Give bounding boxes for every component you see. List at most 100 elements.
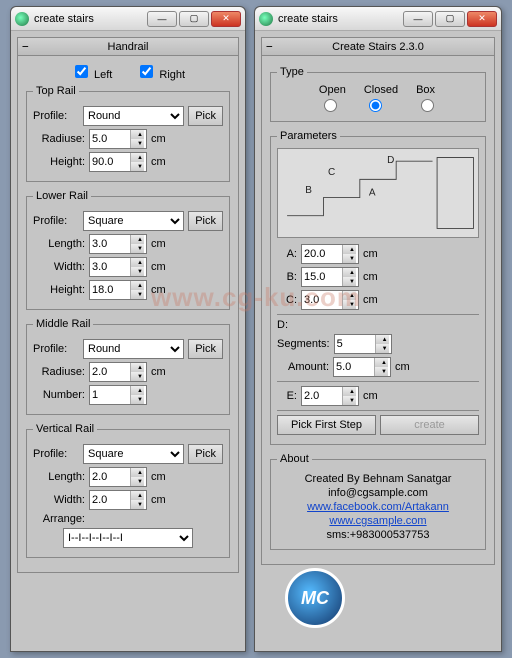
maximize-button[interactable]: ▢ bbox=[435, 11, 465, 27]
spin-down-icon[interactable]: ▼ bbox=[343, 254, 356, 263]
maximize-button[interactable]: ▢ bbox=[179, 11, 209, 27]
unit-cm: cm bbox=[151, 471, 171, 483]
unit-cm: cm bbox=[151, 133, 171, 145]
spin-down-icon[interactable]: ▼ bbox=[131, 244, 144, 253]
about-link-site[interactable]: www.cgsample.com bbox=[329, 515, 426, 527]
legend-middle-rail: Middle Rail bbox=[33, 318, 93, 330]
rollout-create-stairs: − Create Stairs 2.3.0 Type Open Closed B… bbox=[261, 37, 495, 565]
spinner-top-height[interactable]: ▲▼ bbox=[89, 152, 147, 172]
spin-down-icon[interactable]: ▼ bbox=[131, 395, 144, 404]
spin-down-icon[interactable]: ▼ bbox=[131, 267, 144, 276]
spin-down-icon[interactable]: ▼ bbox=[375, 367, 388, 376]
spin-down-icon[interactable]: ▼ bbox=[131, 290, 144, 299]
spin-up-icon[interactable]: ▲ bbox=[343, 268, 356, 277]
spinner-lower-height[interactable]: ▲▼ bbox=[89, 280, 147, 300]
spinner-segments[interactable]: ▲▼ bbox=[334, 334, 392, 354]
spin-up-icon[interactable]: ▲ bbox=[376, 335, 389, 344]
app-icon bbox=[15, 12, 29, 26]
spin-down-icon[interactable]: ▼ bbox=[131, 500, 144, 509]
spin-up-icon[interactable]: ▲ bbox=[343, 387, 356, 396]
spinner-lower-width[interactable]: ▲▼ bbox=[89, 257, 147, 277]
spinner-lower-length[interactable]: ▲▼ bbox=[89, 234, 147, 254]
collapse-icon[interactable]: − bbox=[22, 40, 29, 53]
rollout-title: Create Stairs 2.3.0 bbox=[332, 41, 424, 53]
about-link-fb[interactable]: www.facebook.com/Artakann bbox=[307, 501, 449, 513]
app-icon bbox=[259, 12, 273, 26]
spinner-e[interactable]: ▲▼ bbox=[301, 386, 359, 406]
label-c: C: bbox=[277, 294, 297, 306]
spin-down-icon[interactable]: ▼ bbox=[131, 372, 144, 381]
legend-about: About bbox=[277, 453, 312, 465]
label-profile: Profile: bbox=[33, 343, 79, 355]
select-lower-profile[interactable]: Square bbox=[83, 211, 184, 231]
checkbox-right-input[interactable] bbox=[140, 65, 153, 78]
pick-button-middle[interactable]: Pick bbox=[188, 339, 223, 359]
minimize-button[interactable]: — bbox=[147, 11, 177, 27]
spinner-middle-radiuse[interactable]: ▲▼ bbox=[89, 362, 147, 382]
checkbox-right[interactable]: Right bbox=[136, 62, 185, 81]
minimize-button[interactable]: — bbox=[403, 11, 433, 27]
spin-up-icon[interactable]: ▲ bbox=[131, 363, 144, 372]
titlebar-left[interactable]: create stairs — ▢ ✕ bbox=[11, 7, 245, 31]
spin-up-icon[interactable]: ▲ bbox=[343, 291, 356, 300]
select-top-profile[interactable]: Round bbox=[83, 106, 184, 126]
create-button[interactable]: create bbox=[380, 415, 479, 435]
spin-up-icon[interactable]: ▲ bbox=[131, 235, 144, 244]
group-parameters: Parameters A B C D bbox=[270, 130, 486, 445]
spin-up-icon[interactable]: ▲ bbox=[131, 386, 144, 395]
label-b: B: bbox=[277, 271, 297, 283]
checkbox-left-input[interactable] bbox=[75, 65, 88, 78]
radio-open[interactable]: Open bbox=[319, 84, 346, 115]
spin-down-icon[interactable]: ▼ bbox=[131, 139, 144, 148]
pick-button-vertical[interactable]: Pick bbox=[188, 444, 223, 464]
spin-up-icon[interactable]: ▲ bbox=[131, 258, 144, 267]
spinner-vertical-length[interactable]: ▲▼ bbox=[89, 467, 147, 487]
radio-box-input[interactable] bbox=[421, 99, 434, 112]
window-title-left: create stairs bbox=[34, 13, 145, 25]
spin-up-icon[interactable]: ▲ bbox=[375, 358, 388, 367]
titlebar-right[interactable]: create stairs — ▢ ✕ bbox=[255, 7, 501, 31]
unit-cm: cm bbox=[151, 156, 171, 168]
spin-down-icon[interactable]: ▼ bbox=[343, 300, 356, 309]
radio-open-input[interactable] bbox=[324, 99, 337, 112]
spin-down-icon[interactable]: ▼ bbox=[131, 162, 144, 171]
select-middle-profile[interactable]: Round bbox=[83, 339, 184, 359]
spin-up-icon[interactable]: ▲ bbox=[131, 491, 144, 500]
pick-first-step-button[interactable]: Pick First Step bbox=[277, 415, 376, 435]
spinner-middle-number[interactable]: ▲▼ bbox=[89, 385, 147, 405]
close-button[interactable]: ✕ bbox=[467, 11, 497, 27]
spinner-b[interactable]: ▲▼ bbox=[301, 267, 359, 287]
select-vertical-profile[interactable]: Square bbox=[83, 444, 184, 464]
checkbox-left[interactable]: Left bbox=[71, 62, 112, 81]
unit-cm: cm bbox=[151, 238, 171, 250]
spin-up-icon[interactable]: ▲ bbox=[131, 130, 144, 139]
close-button[interactable]: ✕ bbox=[211, 11, 241, 27]
collapse-icon[interactable]: − bbox=[266, 40, 273, 53]
radio-box[interactable]: Box bbox=[416, 84, 437, 115]
spin-up-icon[interactable]: ▲ bbox=[343, 245, 356, 254]
pick-button-top[interactable]: Pick bbox=[188, 106, 223, 126]
spin-down-icon[interactable]: ▼ bbox=[343, 277, 356, 286]
unit-cm: cm bbox=[363, 248, 383, 260]
spin-down-icon[interactable]: ▼ bbox=[131, 477, 144, 486]
spin-up-icon[interactable]: ▲ bbox=[131, 468, 144, 477]
unit-cm: cm bbox=[151, 261, 171, 273]
radio-closed[interactable]: Closed bbox=[364, 84, 398, 115]
pick-button-lower[interactable]: Pick bbox=[188, 211, 223, 231]
spin-down-icon[interactable]: ▼ bbox=[343, 396, 356, 405]
spinner-amount[interactable]: ▲▼ bbox=[333, 357, 391, 377]
label-profile: Profile: bbox=[33, 448, 79, 460]
spinner-top-radiuse[interactable]: ▲▼ bbox=[89, 129, 147, 149]
spinner-vertical-width[interactable]: ▲▼ bbox=[89, 490, 147, 510]
select-arrange[interactable]: I--I--I--I--I--I bbox=[63, 528, 193, 548]
spinner-c[interactable]: ▲▼ bbox=[301, 290, 359, 310]
logo-icon: MC bbox=[285, 568, 345, 628]
radio-closed-input[interactable] bbox=[369, 99, 382, 112]
rollout-header-handrail[interactable]: − Handrail bbox=[18, 38, 238, 56]
group-middle-rail: Middle Rail Profile: Round Pick Radiuse:… bbox=[26, 318, 230, 415]
spin-up-icon[interactable]: ▲ bbox=[131, 281, 144, 290]
rollout-header-create[interactable]: − Create Stairs 2.3.0 bbox=[262, 38, 494, 56]
spinner-a[interactable]: ▲▼ bbox=[301, 244, 359, 264]
spin-up-icon[interactable]: ▲ bbox=[131, 153, 144, 162]
spin-down-icon[interactable]: ▼ bbox=[376, 344, 389, 353]
